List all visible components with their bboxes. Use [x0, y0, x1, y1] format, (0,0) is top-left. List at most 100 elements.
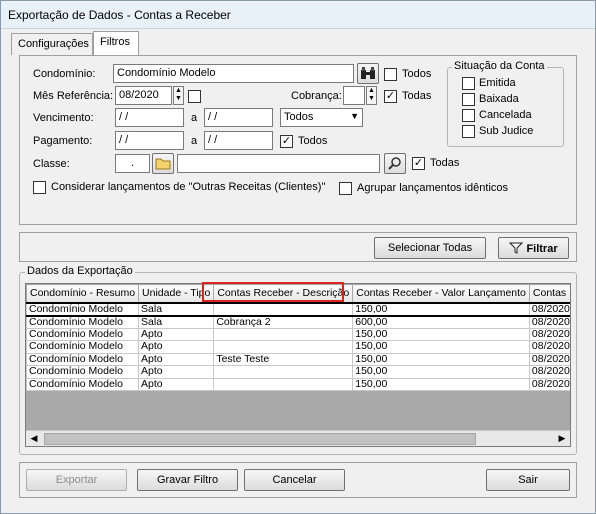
select-all-button[interactable]: Selecionar Todas — [374, 237, 486, 259]
chevron-down-icon: ▼ — [350, 111, 359, 121]
binoculars-search-button[interactable] — [357, 63, 379, 84]
situacao-cancelada-label: Cancelada — [479, 109, 532, 121]
classe-folder-button[interactable] — [152, 153, 174, 174]
classe-label: Classe: — [33, 158, 70, 170]
grid-column-header[interactable]: Unidade - Tipo — [138, 284, 215, 303]
folder-icon — [155, 158, 171, 170]
grid-column-header[interactable]: Condomínio - Resumo — [26, 284, 140, 303]
table-cell: Apto — [138, 352, 215, 366]
condominio-label: Condomínio: — [33, 68, 96, 80]
scroll-right-icon[interactable]: ▶ — [556, 433, 568, 445]
cobranca-todas-label: Todas — [402, 90, 432, 102]
grid-body: Condomínio Modelo Sala 150,00 08/2020 Condom… — [26, 301, 570, 391]
situacao-cancelada-checkbox[interactable] — [462, 109, 475, 122]
cobranca-spinner[interactable]: ▲ ▼ — [366, 86, 377, 105]
window-title: Exportação de Dados - Contas a Receber — [1, 1, 595, 29]
filter-label: Filtrar — [526, 243, 558, 255]
mes-referencia-spinner[interactable]: ▲ ▼ — [173, 86, 184, 105]
vencimento-select[interactable]: Todos ▼ — [280, 108, 363, 127]
classe-todas-label: Todas — [430, 157, 460, 169]
table-cell: 150,00 — [352, 352, 530, 366]
mes-referencia-field[interactable]: 08/2020 — [115, 86, 172, 105]
exportar-label: Exportar — [55, 474, 98, 486]
table-cell: Condomínio Modelo — [26, 352, 140, 366]
pagamento-todos-checkbox[interactable]: ✓ — [280, 135, 293, 148]
table-cell: 08/2020 — [528, 315, 570, 329]
grid-column-header[interactable]: Contas Receber - Descrição — [213, 284, 354, 303]
table-cell — [213, 365, 354, 379]
table-cell: Apto — [138, 377, 215, 391]
vencimento-to-field[interactable]: / / — [204, 108, 273, 127]
table-cell: Apto — [138, 365, 215, 379]
table-row[interactable]: Condomínio Modelo Apto 150,00 08/2020 — [26, 340, 570, 354]
grid-column-header[interactable]: Contas R — [528, 284, 570, 303]
pagamento-to-field[interactable]: / / — [204, 131, 273, 150]
vencimento-from-field[interactable]: / / — [115, 108, 184, 127]
tab-filtros[interactable]: Filtros — [93, 31, 139, 55]
classe-code-field[interactable]: . — [115, 154, 150, 173]
classe-description-field[interactable] — [177, 154, 380, 173]
table-row[interactable]: Condomínio Modelo Apto 150,00 08/2020 — [26, 365, 570, 379]
export-window: Exportação de Dados - Contas a Receber C… — [0, 0, 596, 514]
table-row[interactable]: Condomínio Modelo Apto Teste Teste 150,00 08… — [26, 352, 570, 366]
condominio-todos-label: Todos — [402, 68, 432, 80]
pagamento-from-field[interactable]: / / — [115, 131, 184, 150]
table-cell — [213, 327, 354, 341]
table-cell: 08/2020 — [528, 365, 570, 379]
export-grid[interactable]: Condomínio - Resumo Unidade - Tipo Contas … — [25, 283, 571, 447]
binoculars-icon — [361, 67, 375, 79]
mes-referencia-label: Mês Referência: — [33, 90, 114, 102]
tab-configuracoes[interactable]: Configurações — [11, 33, 93, 55]
table-cell: 08/2020 — [528, 340, 570, 354]
filter-button[interactable]: Filtrar — [498, 237, 569, 259]
cancelar-label: Cancelar — [272, 474, 317, 486]
table-cell: 150,00 — [352, 340, 530, 354]
outras-receitas-label: Considerar lançamentos de "Outras Receit… — [51, 181, 326, 193]
table-row[interactable]: Condomínio Modelo Apto 150,00 08/2020 — [26, 327, 570, 341]
table-row[interactable]: Condomínio Modelo Sala 150,00 08/2020 — [26, 301, 570, 317]
table-cell: Condomínio Modelo — [26, 327, 140, 341]
table-cell: 150,00 — [352, 377, 530, 391]
horizontal-scrollbar[interactable]: ◀ ▶ — [26, 430, 570, 446]
classe-search-button[interactable] — [384, 153, 406, 174]
condominio-todos-checkbox[interactable] — [384, 68, 397, 81]
table-cell: Teste Teste — [213, 352, 354, 366]
exportar-button[interactable]: Exportar — [26, 469, 127, 491]
situacao-subjudice-checkbox[interactable] — [462, 125, 475, 138]
condominio-field[interactable]: Condomínio Modelo — [113, 64, 354, 83]
pagamento-label: Pagamento: — [33, 135, 93, 147]
table-cell: Condomínio Modelo — [26, 377, 140, 391]
table-cell: Apto — [138, 327, 215, 341]
pagamento-todos-label: Todos — [298, 135, 328, 147]
scrollbar-thumb[interactable] — [44, 433, 476, 445]
gravar-filtro-button[interactable]: Gravar Filtro — [137, 469, 238, 491]
outras-receitas-checkbox[interactable] — [33, 181, 46, 194]
vencimento-select-value: Todos — [284, 111, 314, 123]
table-cell: Sala — [138, 315, 215, 329]
agrupar-checkbox[interactable] — [339, 182, 352, 195]
situacao-emitida-checkbox[interactable] — [462, 77, 475, 90]
sair-button[interactable]: Sair — [486, 469, 570, 491]
situacao-baixada-checkbox[interactable] — [462, 93, 475, 106]
export-title: Dados da Exportação — [25, 265, 135, 277]
table-cell: 08/2020 — [528, 327, 570, 341]
table-row[interactable]: Condomínio Modelo Apto 150,00 08/2020 — [26, 377, 570, 391]
cobranca-field[interactable] — [343, 86, 365, 105]
cobranca-label: Cobrança: — [291, 90, 342, 102]
cancelar-button[interactable]: Cancelar — [244, 469, 345, 491]
vencimento-label: Vencimento: — [33, 112, 94, 124]
select-all-label: Selecionar Todas — [387, 242, 473, 254]
cobranca-todas-checkbox[interactable]: ✓ — [384, 90, 397, 103]
mes-referencia-todas-checkbox[interactable] — [188, 90, 201, 103]
table-row[interactable]: Condomínio Modelo Sala Cobrança 2 600,00 08/… — [26, 315, 570, 329]
classe-todas-checkbox[interactable]: ✓ — [412, 157, 425, 170]
table-cell: Condomínio Modelo — [26, 315, 140, 329]
sair-label: Sair — [518, 474, 538, 486]
export-table: Condomínio - Resumo Unidade - Tipo Contas … — [26, 284, 570, 391]
grid-column-header[interactable]: Contas Receber - Valor Lançamento — [352, 284, 530, 303]
situacao-subjudice-label: Sub Judice — [479, 125, 534, 137]
situacao-emitida-label: Emitida — [479, 77, 516, 89]
scroll-left-icon[interactable]: ◀ — [28, 433, 40, 445]
table-cell: Condomínio Modelo — [26, 340, 140, 354]
table-cell: Cobrança 2 — [213, 315, 354, 329]
